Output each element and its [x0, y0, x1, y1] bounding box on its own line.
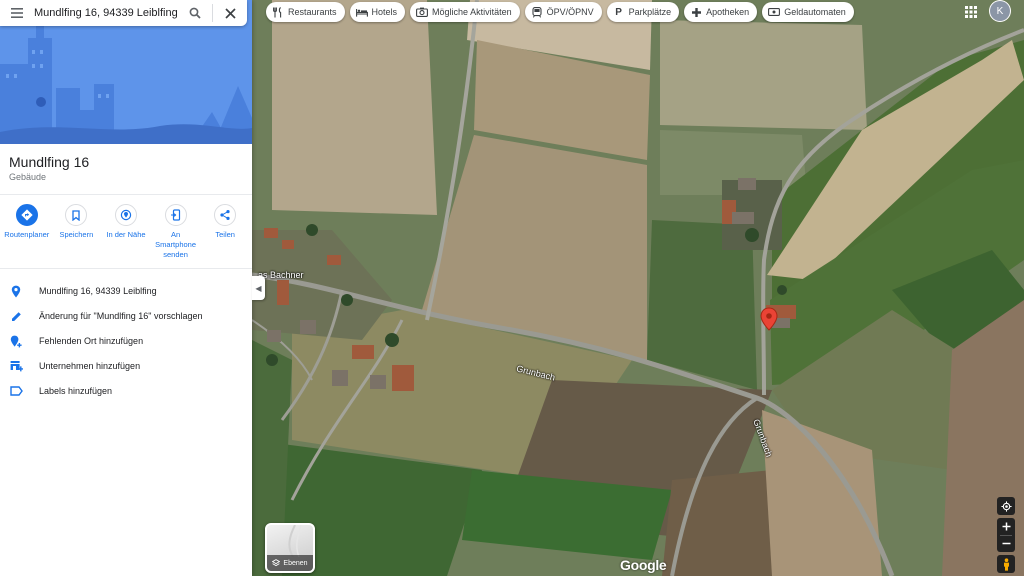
chip-hotels[interactable]: Hotels — [349, 2, 406, 22]
pegman-icon — [1003, 557, 1009, 571]
divider — [0, 194, 252, 195]
add-business-text: Unternehmen hinzufügen — [39, 361, 141, 371]
share-button[interactable]: Teilen — [202, 204, 248, 260]
send-to-phone-button[interactable]: An Smartphone senden — [153, 204, 199, 260]
street-view-pegman[interactable] — [997, 555, 1015, 573]
nearby-button[interactable]: In der Nähe — [103, 204, 149, 260]
layers-label-bar: Ebenen — [267, 555, 313, 571]
parking-icon: P — [615, 6, 622, 18]
chip-label: Geldautomaten — [784, 7, 846, 17]
add-label-text: Labels hinzufügen — [39, 386, 113, 396]
atm-icon — [768, 6, 781, 18]
action-label: Routenplaner — [4, 230, 50, 239]
directions-button[interactable]: Routenplaner — [4, 204, 50, 260]
add-place-text: Fehlenden Ort hinzufügen — [39, 336, 144, 346]
share-icon — [214, 204, 237, 226]
suggest-edit-row[interactable]: Änderung für "Mundlfing 16" vorschlagen — [0, 305, 252, 327]
action-label: Teilen — [215, 230, 235, 239]
account-avatar[interactable]: K — [990, 1, 1010, 21]
directions-icon — [15, 204, 38, 226]
chip-transit[interactable]: ÖPV/ÖPNV — [524, 2, 602, 22]
chip-restaurants[interactable]: Restaurants — [266, 2, 345, 22]
chevron-left-icon: ◀ — [255, 283, 262, 293]
add-business-icon — [0, 360, 32, 372]
add-business-row[interactable]: Unternehmen hinzufügen — [0, 355, 252, 377]
transit-icon — [531, 6, 543, 18]
chip-label: Apotheken — [706, 7, 750, 17]
close-icon[interactable] — [213, 0, 247, 26]
phone-send-icon — [164, 204, 187, 226]
layers-preview — [288, 525, 302, 558]
chip-parking[interactable]: P Parkplätze — [606, 2, 680, 22]
category-chips: Restaurants Hotels Mögliche Aktivitäten … — [266, 2, 854, 22]
place-title: Mundlfing 16 — [9, 154, 90, 170]
zoom-out-button[interactable] — [1002, 536, 1011, 552]
bed-icon — [355, 6, 368, 18]
my-location-button[interactable] — [997, 497, 1015, 515]
search-box[interactable]: Mundlfing 16, 94339 Leiblfing — [0, 0, 247, 26]
chip-atm[interactable]: Geldautomaten — [762, 2, 854, 22]
label-icon — [0, 386, 32, 396]
search-input[interactable]: Mundlfing 16, 94339 Leiblfing — [34, 7, 178, 19]
bookmark-icon — [65, 204, 88, 226]
fork-knife-icon — [272, 6, 284, 18]
chip-label: Restaurants — [288, 7, 337, 17]
action-label: In der Nähe — [106, 230, 146, 239]
location-pin-icon — [0, 285, 32, 298]
menu-icon[interactable] — [0, 0, 34, 26]
chip-activities[interactable]: Mögliche Aktivitäten — [410, 2, 520, 22]
action-label: An Smartphone senden — [155, 230, 196, 259]
chip-label: Parkplätze — [628, 7, 672, 17]
search-icon[interactable] — [178, 0, 212, 26]
apps-grid-icon[interactable] — [963, 4, 979, 20]
layers-label: Ebenen — [283, 559, 308, 567]
add-place-row[interactable]: Fehlenden Ort hinzufügen — [0, 330, 252, 352]
chip-label: ÖPV/ÖPNV — [546, 7, 594, 17]
save-button[interactable]: Speichern — [53, 204, 99, 260]
chip-label: Hotels — [371, 7, 398, 17]
action-buttons: Routenplaner Speichern In der Nähe An Sm… — [0, 204, 252, 260]
my-location-icon — [1000, 500, 1012, 512]
chip-pharmacy[interactable]: Apotheken — [684, 2, 758, 22]
camera-icon — [416, 6, 428, 18]
map-canvas[interactable] — [252, 0, 1024, 576]
layers-button[interactable]: Ebenen — [265, 523, 315, 573]
pharmacy-icon — [690, 6, 702, 18]
action-label: Speichern — [59, 230, 94, 239]
address-row[interactable]: Mundlfing 16, 94339 Leiblfing — [0, 280, 252, 302]
pencil-icon — [0, 311, 32, 322]
place-panel: Mundlfing 16, 94339 Leiblfing Mundlfing … — [0, 0, 252, 576]
add-label-row[interactable]: Labels hinzufügen — [0, 380, 252, 402]
nearby-icon — [114, 204, 137, 226]
add-place-icon — [0, 335, 32, 348]
layers-icon — [272, 559, 281, 567]
plus-icon — [1002, 522, 1010, 531]
divider — [0, 268, 252, 269]
minus-icon — [1002, 542, 1010, 545]
google-logo: Google — [620, 557, 667, 573]
address-text: Mundlfing 16, 94339 Leiblfing — [39, 286, 157, 296]
suggest-edit-text: Änderung für "Mundlfing 16" vorschlagen — [39, 311, 203, 321]
zoom-in-button[interactable] — [1002, 519, 1011, 535]
satellite-imagery — [252, 0, 1024, 576]
chip-label: Mögliche Aktivitäten — [432, 7, 512, 17]
place-category: Gebäude — [9, 172, 47, 182]
collapse-panel-button[interactable]: ◀ — [252, 276, 265, 300]
zoom-controls — [997, 518, 1015, 552]
